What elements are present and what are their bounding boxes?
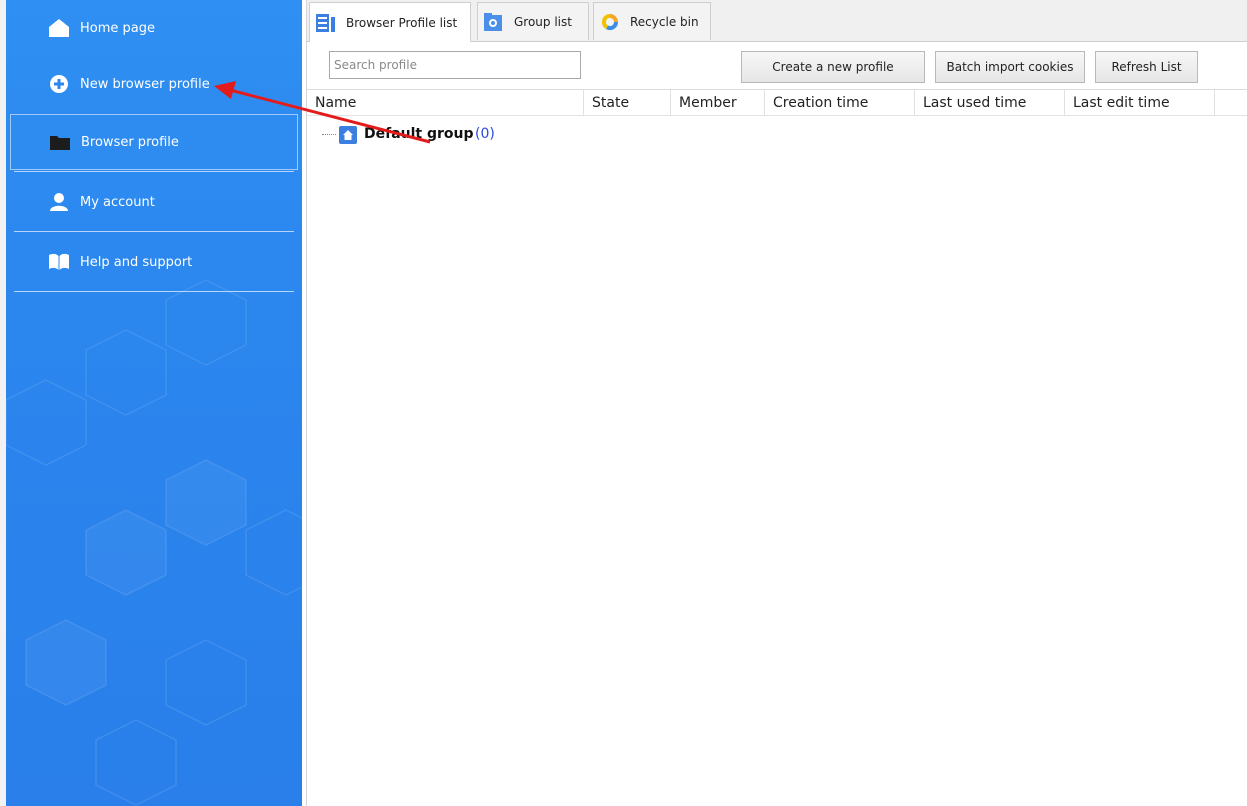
group-name: Default group xyxy=(364,126,474,142)
sidebar-item-browser-profile[interactable]: Browser profile xyxy=(10,114,298,170)
list-icon xyxy=(316,13,336,33)
book-icon xyxy=(48,251,70,273)
sidebar-item-new-browser-profile[interactable]: New browser profile xyxy=(14,56,294,112)
sidebar: Home page New browser profile Browser pr… xyxy=(6,0,302,806)
recycle-icon xyxy=(600,12,620,32)
group-home-icon xyxy=(339,126,357,144)
search-input[interactable] xyxy=(329,51,581,79)
column-header-last-edit-time[interactable]: Last edit time xyxy=(1065,90,1215,116)
sidebar-divider xyxy=(14,171,294,172)
tab-browser-profile-list[interactable]: Browser Profile list xyxy=(309,2,471,42)
sidebar-item-label: Home page xyxy=(80,20,155,36)
column-header-member[interactable]: Member xyxy=(671,90,765,116)
column-header-name[interactable]: Name xyxy=(307,90,584,116)
sidebar-item-label: New browser profile xyxy=(80,76,210,92)
tab-bar: Browser Profile list Group list Recycle … xyxy=(307,0,1247,42)
tab-label: Browser Profile list xyxy=(346,15,458,30)
user-icon xyxy=(48,191,70,213)
column-header-creation-time[interactable]: Creation time xyxy=(765,90,915,116)
main-panel: Browser Profile list Group list Recycle … xyxy=(306,0,1247,806)
tab-group-list[interactable]: Group list xyxy=(477,2,589,40)
sidebar-item-help-and-support[interactable]: Help and support xyxy=(14,234,294,290)
refresh-list-button[interactable]: Refresh List xyxy=(1095,51,1198,83)
sidebar-item-home-page[interactable]: Home page xyxy=(14,0,294,56)
tab-recycle-bin[interactable]: Recycle bin xyxy=(593,2,711,40)
tab-label: Recycle bin xyxy=(630,14,699,29)
sidebar-item-label: My account xyxy=(80,194,155,210)
sidebar-divider xyxy=(14,291,294,292)
column-header-last-used-time[interactable]: Last used time xyxy=(915,90,1065,116)
folder-icon xyxy=(49,131,71,153)
sidebar-item-label: Browser profile xyxy=(81,134,179,150)
batch-import-cookies-button[interactable]: Batch import cookies xyxy=(935,51,1085,83)
sidebar-divider xyxy=(14,231,294,232)
group-count: (0) xyxy=(475,126,495,142)
sidebar-item-label: Help and support xyxy=(80,254,193,270)
sidebar-item-my-account[interactable]: My account xyxy=(14,174,294,230)
plus-circle-icon xyxy=(48,73,70,95)
tab-label: Group list xyxy=(514,14,572,29)
table-header: Name State Member Creation time Last use… xyxy=(307,90,1247,116)
column-header-state[interactable]: State xyxy=(584,90,671,116)
tree-row-default-group[interactable]: Default group (0) xyxy=(307,121,1247,149)
app-window: Home page New browser profile Browser pr… xyxy=(0,0,1247,806)
toolbar: Create a new profile Batch import cookie… xyxy=(307,42,1247,90)
group-icon xyxy=(484,12,504,32)
tree-connector xyxy=(322,134,336,135)
create-new-profile-button[interactable]: Create a new profile xyxy=(741,51,925,83)
home-icon xyxy=(48,17,70,39)
